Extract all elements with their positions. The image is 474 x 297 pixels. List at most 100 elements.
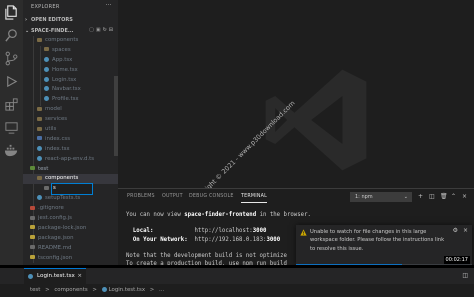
video-timer: 00:02:17 (443, 255, 470, 264)
docker-icon[interactable] (4, 143, 19, 158)
breadcrumb: test > components > Login.test.tsx > ... (0, 284, 474, 297)
json-file-icon (30, 225, 35, 230)
extensions-icon[interactable] (4, 97, 19, 112)
css-file-icon (37, 136, 42, 141)
tree-row[interactable]: package-lock.json (23, 224, 118, 234)
explorer-toolbar-icons[interactable]: ▢▣↻⊟ (89, 27, 115, 33)
ts-file-icon (37, 155, 42, 161)
new-terminal-icon[interactable]: + (418, 193, 423, 200)
tree-row[interactable]: README.md (23, 244, 118, 254)
open-editors-section[interactable]: › OPEN EDITORS (23, 14, 118, 25)
more-actions-icon[interactable]: ··· (105, 2, 112, 9)
folder-icon (37, 116, 42, 121)
panel-tabs: PROBLEMS OUTPUT DEBUG CONSOLE TERMINAL 1… (118, 189, 474, 205)
tree-row[interactable]: App.tsx (23, 56, 118, 66)
breadcrumb-item[interactable]: test (30, 287, 40, 293)
tree-row[interactable]: Profile.tsx (23, 95, 118, 105)
warning-notification[interactable]: ⚙ × Unable to watch for file changes in … (296, 225, 472, 265)
json-file-icon (30, 255, 35, 260)
file-tree: components spaces App.tsx Home.tsx Login… (23, 36, 118, 264)
explorer-title: EXPLORER (31, 4, 60, 10)
folder-icon (37, 175, 42, 180)
tree-row[interactable]: spaces (23, 46, 118, 56)
source-control-icon[interactable] (4, 51, 19, 66)
split-terminal-icon[interactable]: ◫ (429, 193, 435, 200)
gear-icon[interactable]: ⚙ (453, 227, 458, 235)
breadcrumb-item[interactable]: ... (159, 287, 164, 293)
tsx-file-icon (44, 56, 49, 62)
tree-row[interactable]: index.tsx (23, 145, 118, 155)
tab-debug-console[interactable]: DEBUG CONSOLE (189, 194, 234, 199)
split-editor-icon[interactable]: ◫ (462, 272, 468, 279)
test-folder-icon (30, 166, 35, 171)
editor-tab-bar: Login.test.tsx × ◫ (0, 268, 474, 284)
terminal-select-value: 1: npm (355, 194, 373, 200)
explorer-header: EXPLORER ··· (23, 0, 118, 14)
ts-file-icon (37, 195, 42, 201)
notification-message: Unable to watch for file changes in this… (310, 229, 445, 252)
search-icon[interactable] (4, 28, 19, 43)
editor-tab-login-test[interactable]: Login.test.tsx × (24, 268, 86, 284)
tree-row[interactable]: index.css (23, 135, 118, 145)
tree-row[interactable]: services (23, 115, 118, 125)
tab-problems[interactable]: PROBLEMS (127, 194, 155, 199)
breadcrumb-item[interactable]: components (54, 287, 87, 293)
tsx-file-icon (28, 274, 33, 279)
tsx-file-icon (44, 96, 49, 102)
config-file-icon (30, 215, 35, 220)
folder-icon (37, 106, 42, 111)
tree-row[interactable]: utils (23, 125, 118, 135)
tree-row[interactable]: Login.tsx (23, 76, 118, 86)
tree-row[interactable]: model (23, 105, 118, 115)
close-panel-icon[interactable]: × (462, 193, 467, 200)
tree-row[interactable]: Home.tsx (23, 66, 118, 76)
files-icon[interactable] (4, 5, 19, 20)
tsx-file-icon (101, 287, 107, 292)
activity-bar (0, 0, 23, 265)
editor-tab-label: Login.test.tsx (37, 273, 75, 279)
tree-row[interactable]: package.json (23, 234, 118, 244)
markdown-file-icon (30, 245, 35, 250)
tab-terminal[interactable]: TERMINAL (241, 194, 267, 203)
kill-terminal-icon[interactable]: 🗑 (440, 193, 448, 200)
tree-row-selected[interactable]: components (23, 174, 118, 185)
project-section[interactable]: ⌄ SPACE-FINDE... ▢▣↻⊟ (23, 25, 118, 36)
tree-row[interactable]: tsconfig.json (23, 254, 118, 264)
tsx-file-icon (37, 145, 42, 151)
chevron-down-icon: ⌄ (403, 194, 408, 200)
new-file-name-input[interactable]: s (51, 183, 93, 196)
tsx-file-icon (44, 66, 49, 72)
tree-row[interactable]: react-app-env.d.ts (23, 155, 118, 165)
explorer-sidebar: EXPLORER ··· › OPEN EDITORS ⌄ SPACE-FINDE.… (23, 0, 118, 265)
json-file-icon (30, 235, 35, 240)
tsx-file-icon (44, 86, 49, 92)
editor-area (118, 0, 474, 188)
maximize-panel-icon[interactable]: ⌃ (451, 193, 456, 200)
tree-row[interactable]: setupTests.ts (23, 194, 118, 204)
tree-row[interactable]: .gitignore (23, 204, 118, 214)
breadcrumb-separator: > (92, 287, 97, 293)
project-label: SPACE-FINDE... (31, 28, 74, 34)
close-icon[interactable]: × (463, 227, 468, 235)
run-debug-icon[interactable] (4, 74, 19, 89)
folder-icon (37, 126, 42, 131)
terminal-select[interactable]: 1: npm ⌄ (350, 192, 412, 202)
folder-icon (44, 47, 49, 52)
tab-output[interactable]: OUTPUT (162, 194, 183, 199)
open-editors-label: OPEN EDITORS (31, 17, 73, 23)
tree-row[interactable]: Navbar.tsx (23, 85, 118, 95)
close-tab-icon[interactable]: × (77, 273, 82, 279)
warning-icon (300, 229, 307, 236)
breadcrumb-separator: > (45, 287, 50, 293)
breadcrumb-item[interactable]: Login.test.tsx (109, 287, 145, 293)
tree-row[interactable]: components (23, 36, 118, 46)
tsx-file-icon (44, 76, 49, 82)
tree-row[interactable]: jest.config.js (23, 214, 118, 224)
breadcrumb-separator: > (149, 287, 155, 293)
tree-row[interactable]: test (23, 165, 118, 175)
folder-icon (37, 37, 42, 42)
remote-explorer-icon[interactable] (4, 120, 19, 135)
new-file-row[interactable]: s (23, 183, 118, 196)
git-icon (30, 205, 35, 210)
file-icon (44, 185, 49, 190)
